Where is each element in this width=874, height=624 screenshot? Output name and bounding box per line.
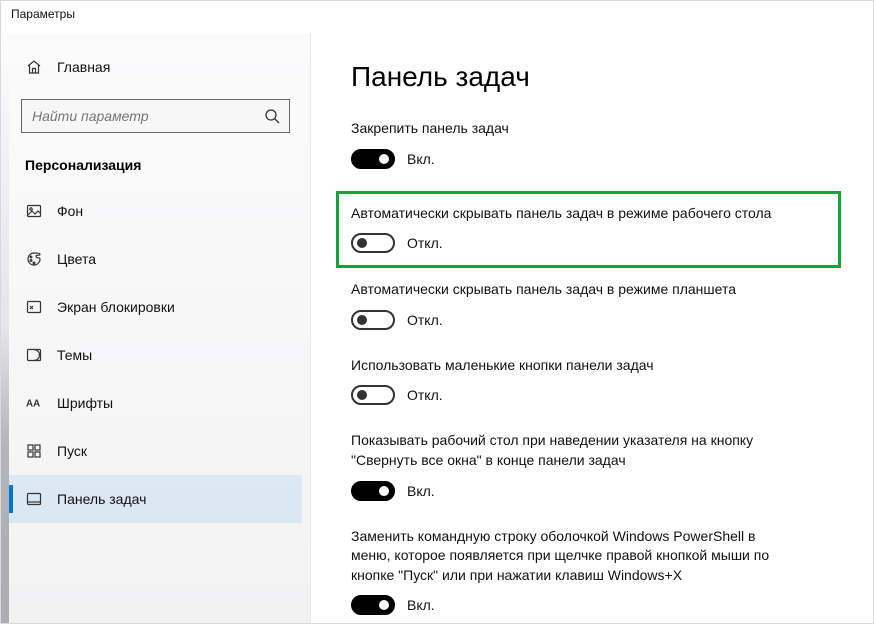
toggle-row: Откл. [351,385,853,405]
toggle-row: Вкл. [351,149,853,169]
lock-screen-icon [25,298,43,316]
start-icon [25,442,43,460]
sidebar-item-colors[interactable]: Цвета [9,235,302,283]
sidebar-item-label: Пуск [57,443,87,459]
page-title: Панель задач [351,61,853,93]
setting-label: Автоматически скрывать панель задач в ре… [351,280,781,300]
themes-icon [25,346,43,364]
toggle-powershell[interactable] [351,595,395,615]
sidebar-item-background[interactable]: Фон [9,187,302,235]
picture-icon [25,202,43,220]
window-title: Параметры [1,1,873,33]
sidebar-item-label: Цвета [57,251,96,267]
sidebar: Главная Персонализация Фон [1,33,311,623]
home-nav-item[interactable]: Главная [9,47,302,87]
section-title: Персонализация [9,151,302,187]
setting-label: Показывать рабочий стол при наведении ук… [351,431,781,470]
search-wrap [21,99,290,133]
sidebar-item-taskbar[interactable]: Панель задач [9,475,302,523]
setting-label: Закрепить панель задач [351,119,781,139]
window-body: Главная Персонализация Фон [1,33,873,623]
sidebar-item-start[interactable]: Пуск [9,427,302,475]
home-label: Главная [57,59,110,75]
home-icon [25,58,43,76]
toggle-state-label: Откл. [407,235,443,251]
main-content: Панель задач Закрепить панель задач Вкл.… [311,33,873,623]
sidebar-item-label: Фон [57,203,83,219]
toggle-state-label: Вкл. [407,483,435,499]
settings-window: Параметры Главная Персонализация [0,0,874,624]
toggle-state-label: Откл. [407,387,443,403]
toggle-autohide-desktop[interactable] [351,233,395,253]
svg-text:A: A [26,399,33,410]
toggle-row: Вкл. [351,595,853,615]
toggle-peek-desktop[interactable] [351,481,395,501]
sidebar-item-label: Панель задач [57,491,146,507]
toggle-row: Вкл. [351,481,853,501]
setting-small-buttons: Использовать маленькие кнопки панели зад… [351,356,853,406]
setting-powershell: Заменить командную строку оболочкой Wind… [351,527,853,616]
sidebar-item-label: Шрифты [57,395,113,411]
sidebar-item-label: Темы [57,347,92,363]
setting-label: Использовать маленькие кнопки панели зад… [351,356,781,376]
setting-label: Автоматически скрывать панель задач в ре… [351,204,781,224]
toggle-state-label: Вкл. [407,151,435,167]
font-icon: AA [25,394,43,412]
sidebar-item-lock-screen[interactable]: Экран блокировки [9,283,302,331]
toggle-row: Откл. [351,310,853,330]
setting-label: Заменить командную строку оболочкой Wind… [351,527,781,586]
sidebar-item-fonts[interactable]: AA Шрифты [9,379,302,427]
sidebar-item-themes[interactable]: Темы [9,331,302,379]
sidebar-item-label: Экран блокировки [57,299,175,315]
toggle-row: Откл. [351,233,826,253]
toggle-autohide-tablet[interactable] [351,310,395,330]
toggle-state-label: Вкл. [407,597,435,613]
svg-text:A: A [33,399,40,410]
toggle-small-buttons[interactable] [351,385,395,405]
toggle-state-label: Откл. [407,312,443,328]
setting-autohide-desktop: Автоматически скрывать панель задач в ре… [336,191,841,269]
setting-peek-desktop: Показывать рабочий стол при наведении ук… [351,431,853,500]
setting-autohide-tablet: Автоматически скрывать панель задач в ре… [351,280,853,330]
taskbar-icon [25,490,43,508]
setting-lock-taskbar: Закрепить панель задач Вкл. [351,119,853,169]
search-input[interactable] [21,99,290,133]
toggle-lock-taskbar[interactable] [351,149,395,169]
palette-icon [25,250,43,268]
sidebar-nav-list: Фон Цвета Экран блокировки [9,187,302,523]
